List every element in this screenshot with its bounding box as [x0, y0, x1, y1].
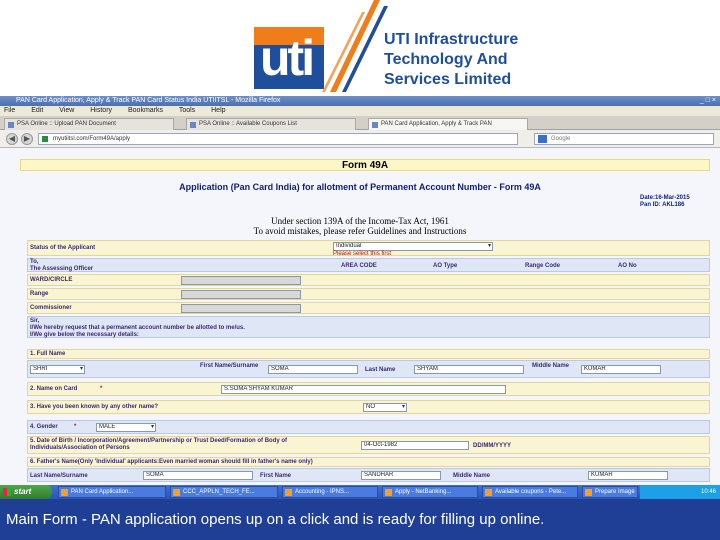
- range-code-label: Range Code: [525, 263, 561, 269]
- taskbar-item[interactable]: CCC_APPLN_TECH_FE...: [170, 486, 278, 498]
- slide-caption: Main Form - PAN application opens up on …: [0, 499, 720, 540]
- ao-type-label: AO Type: [433, 263, 458, 269]
- assessing-officer-label: The Assessing Officer: [30, 266, 94, 272]
- tab-favicon-icon: [8, 122, 14, 128]
- taskbar-item[interactable]: Accounting - IPNS...: [282, 486, 378, 498]
- father-name-header: 6. Father's Name(Only 'Individual' appli…: [27, 457, 710, 467]
- clock: 10:46: [700, 489, 716, 495]
- slide-header: uti UTI Infrastructure Technology And Se…: [0, 0, 720, 97]
- menu-edit[interactable]: Edit: [31, 107, 43, 114]
- last-name-input[interactable]: SHYAM: [414, 365, 524, 374]
- menu-bar: File Edit View History Bookmarks Tools H…: [0, 106, 720, 116]
- image-icon: [585, 489, 592, 496]
- google-search-icon: [538, 135, 547, 143]
- document-icon: [285, 489, 292, 496]
- assessing-officer-row: To, The Assessing Officer AREA CODE AO T…: [27, 258, 710, 272]
- middle-name-input[interactable]: KUMAR: [581, 365, 661, 374]
- firefox-icon: [61, 489, 68, 496]
- application-title: Application (Pan Card India) for allotme…: [179, 182, 541, 192]
- menu-history[interactable]: History: [90, 107, 112, 114]
- window-title: PAN Card Application, Apply & Track PAN …: [16, 97, 281, 104]
- status-select[interactable]: Individual: [333, 242, 493, 251]
- gender-select[interactable]: MALE: [96, 423, 156, 432]
- name-on-card-row: 2. Name on Card * S.SOMA SHYAM KUMAR: [27, 382, 710, 396]
- tab-pan-application[interactable]: PAN Card Application, Apply & Track PAN: [368, 118, 528, 130]
- ward-row: WARD/CIRCLE: [27, 274, 710, 286]
- commissioner-row: Commissioner: [27, 302, 710, 314]
- menu-file[interactable]: File: [4, 107, 15, 114]
- taskbar-item[interactable]: PAN Card Application...: [58, 486, 166, 498]
- date-info: Date:16-Mar-2015 Pan ID: AKL186: [640, 195, 690, 208]
- commissioner-field: [181, 304, 301, 313]
- tab-favicon-icon: [190, 122, 196, 128]
- name-on-card-input[interactable]: S.SOMA SHYAM KUMAR: [221, 385, 506, 394]
- ao-no-label: AO No: [618, 263, 637, 269]
- other-name-row: 3. Have you been known by any other name…: [27, 400, 710, 414]
- windows-flag-icon: [3, 488, 11, 496]
- navigation-bar: ◀ ▶ myutiitsl.com/Form49A/apply Google: [0, 130, 720, 148]
- status-label: Status of the Applicant: [30, 245, 96, 251]
- site-favicon-icon: [42, 136, 48, 142]
- logo-mark: uti: [260, 30, 315, 86]
- title-select[interactable]: SHRI: [30, 365, 85, 374]
- menu-tools[interactable]: Tools: [179, 107, 195, 114]
- document-icon: [485, 489, 492, 496]
- menu-help[interactable]: Help: [211, 107, 225, 114]
- father-first-name-input[interactable]: SANDHAR: [361, 471, 441, 480]
- back-button[interactable]: ◀: [6, 133, 18, 145]
- taskbar-item[interactable]: Prepare Image: [582, 486, 638, 498]
- dob-input[interactable]: 04-Oct-1982: [361, 441, 469, 450]
- menu-view[interactable]: View: [59, 107, 74, 114]
- tab-favicon-icon: [372, 122, 378, 128]
- full-name-header: 1. Full Name: [27, 349, 710, 359]
- area-code-label: AREA CODE: [341, 263, 377, 269]
- status-hint: Please select this first: [333, 251, 392, 257]
- logo-swoosh-icon: [322, 0, 388, 92]
- forward-button[interactable]: ▶: [21, 133, 33, 145]
- tab-bar: PSA Online :: Upload PAN Document PSA On…: [0, 116, 720, 130]
- father-name-row: Last Name/Surname SOMA First Name SANDHA…: [27, 468, 710, 482]
- address-bar[interactable]: myutiitsl.com/Form49A/apply: [38, 133, 518, 145]
- search-input[interactable]: Google: [534, 133, 714, 145]
- gender-row: 4. Gender * MALE: [27, 420, 710, 434]
- document-icon: [385, 489, 392, 496]
- father-last-name-input[interactable]: SOMA: [143, 471, 253, 480]
- window-title-bar: PAN Card Application, Apply & Track PAN …: [0, 96, 720, 106]
- act-reference: Under section 139A of the Income-Tax Act…: [253, 216, 467, 236]
- tab-upload-pan-document[interactable]: PSA Online :: Upload PAN Document: [4, 118, 174, 130]
- ward-field: [181, 276, 301, 285]
- menu-bookmarks[interactable]: Bookmarks: [128, 107, 163, 114]
- taskbar: start PAN Card Application... CCC_APPLN_…: [0, 485, 720, 499]
- status-row: Status of the Applicant Individual Pleas…: [27, 240, 710, 257]
- dob-row: 5. Date of Birth / Incorporation/Agreeme…: [27, 436, 710, 454]
- taskbar-item[interactable]: Available coupons - Pete...: [482, 486, 578, 498]
- request-text: Sir, I/We hereby request that a permanen…: [27, 316, 710, 338]
- uti-logo: uti: [254, 27, 324, 89]
- company-name: UTI Infrastructure Technology And Servic…: [384, 31, 519, 88]
- tab-available-coupons[interactable]: PSA Online :: Available Coupons List: [186, 118, 356, 130]
- form-heading: Form 49A: [20, 159, 710, 171]
- window-controls[interactable]: _ □ ×: [700, 96, 716, 106]
- taskbar-item[interactable]: Apply - NetBanking...: [382, 486, 478, 498]
- other-name-select[interactable]: NO: [363, 403, 407, 412]
- start-button[interactable]: start: [0, 485, 52, 499]
- range-field: [181, 290, 301, 299]
- father-middle-name-input[interactable]: KUMAR: [588, 471, 668, 480]
- full-name-row: SHRI First Name/Surname SOMA Last Name S…: [27, 360, 710, 378]
- first-name-input[interactable]: SOMA: [268, 365, 358, 374]
- system-tray: 10:46: [640, 485, 720, 499]
- document-icon: [173, 489, 180, 496]
- dob-format: DD/MM/YYYY: [473, 443, 512, 449]
- page-content: Form 49A Application (Pan Card India) fo…: [0, 148, 720, 485]
- range-row: Range: [27, 288, 710, 300]
